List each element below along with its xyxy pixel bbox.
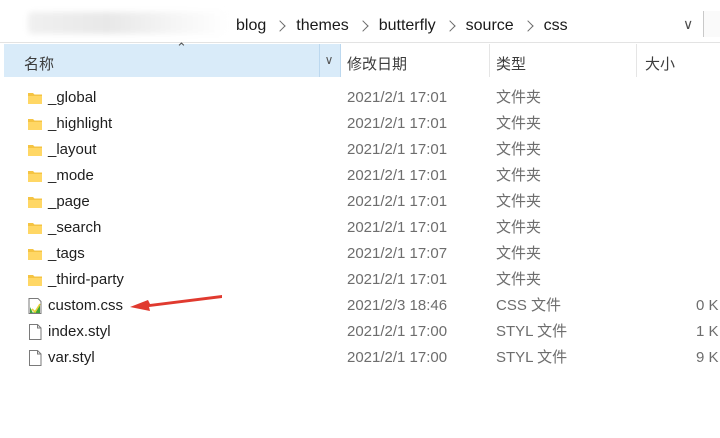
blurred-path-prefix <box>28 12 228 34</box>
file-row[interactable]: custom.css 2021/2/3 18:46 CSS 文件 0 K <box>0 293 720 319</box>
folder-icon <box>28 249 42 260</box>
column-header: ⌃ 名称 ∨ 修改日期 类型 大小 <box>0 40 720 78</box>
file-name: _highlight <box>48 115 113 132</box>
file-name: var.styl <box>48 349 95 366</box>
file-row[interactable]: _layout 2021/2/1 17:01 文件夹 <box>0 137 720 163</box>
chevron-right-icon[interactable] <box>274 20 286 32</box>
file-list: _global 2021/2/1 17:01 文件夹 _highlight 20… <box>0 85 720 371</box>
file-row[interactable]: _search 2021/2/1 17:01 文件夹 <box>0 215 720 241</box>
breadcrumb-themes[interactable]: themes <box>296 17 348 35</box>
file-date: 2021/2/1 17:01 <box>347 115 448 132</box>
file-name: index.styl <box>48 323 111 340</box>
file-type: CSS 文件 <box>496 297 562 314</box>
file-row[interactable]: _mode 2021/2/1 17:01 文件夹 <box>0 163 720 189</box>
file-type: 文件夹 <box>496 115 542 132</box>
file-date: 2021/2/3 18:46 <box>347 297 448 314</box>
column-header-name[interactable]: ⌃ 名称 ∨ <box>4 40 341 77</box>
file-size: 9 K <box>696 349 719 366</box>
file-date: 2021/2/1 17:01 <box>347 141 448 158</box>
blank-file-icon <box>29 350 42 366</box>
css-file-icon <box>28 298 42 314</box>
file-type: 文件夹 <box>496 89 542 106</box>
file-date: 2021/2/1 17:00 <box>347 349 448 366</box>
chevron-right-icon[interactable] <box>443 20 456 32</box>
folder-icon <box>28 145 42 156</box>
folder-icon <box>28 197 42 208</box>
file-name: _layout <box>48 141 97 158</box>
column-name-label: 名称 <box>24 56 55 73</box>
file-name: _tags <box>48 245 85 262</box>
breadcrumb-blog[interactable]: blog <box>236 17 266 35</box>
address-history-dropdown-icon[interactable]: ∨ <box>683 16 693 33</box>
column-type-label: 类型 <box>496 56 527 73</box>
file-name: _page <box>48 193 90 210</box>
column-header-size[interactable]: 大小 <box>637 44 720 77</box>
column-header-type[interactable]: 类型 <box>490 44 637 77</box>
file-date: 2021/2/1 17:01 <box>347 219 448 236</box>
file-type: 文件夹 <box>496 193 542 210</box>
sort-ascending-icon: ⌃ <box>176 40 187 55</box>
annotation-arrow-icon <box>130 295 222 311</box>
chevron-right-icon[interactable] <box>357 20 369 32</box>
address-bar[interactable]: blog themes butterfly source css ∨ <box>0 8 720 43</box>
column-header-date[interactable]: 修改日期 <box>341 44 490 77</box>
file-row[interactable]: index.styl 2021/2/1 17:00 STYL 文件 1 K <box>0 319 720 345</box>
file-name: _mode <box>48 167 94 184</box>
file-type: STYL 文件 <box>496 349 568 366</box>
chevron-right-icon[interactable] <box>522 20 534 32</box>
file-type: 文件夹 <box>496 167 542 184</box>
breadcrumb-source[interactable]: source <box>466 17 514 35</box>
file-date: 2021/2/1 17:01 <box>347 167 448 184</box>
breadcrumb-butterfly[interactable]: butterfly <box>379 17 436 35</box>
file-type: 文件夹 <box>496 141 542 158</box>
file-row[interactable]: _page 2021/2/1 17:01 文件夹 <box>0 189 720 215</box>
folder-icon <box>28 93 42 104</box>
breadcrumb-css[interactable]: css <box>544 17 568 35</box>
file-type: 文件夹 <box>496 245 542 262</box>
file-type: 文件夹 <box>496 219 542 236</box>
file-date: 2021/2/1 17:01 <box>347 271 448 288</box>
breadcrumb: blog themes butterfly source css <box>236 15 568 37</box>
file-date: 2021/2/1 17:01 <box>347 193 448 210</box>
file-type: 文件夹 <box>496 271 542 288</box>
folder-icon <box>28 171 42 182</box>
blank-file-icon <box>29 324 42 340</box>
file-row[interactable]: _highlight 2021/2/1 17:01 文件夹 <box>0 111 720 137</box>
file-name: custom.css <box>48 297 124 314</box>
file-date: 2021/2/1 17:07 <box>347 245 448 262</box>
folder-icon <box>28 119 42 130</box>
file-name: _search <box>48 219 102 236</box>
file-row[interactable]: _global 2021/2/1 17:01 文件夹 <box>0 85 720 111</box>
file-date: 2021/2/1 17:01 <box>347 89 448 106</box>
file-type: STYL 文件 <box>496 323 568 340</box>
column-size-label: 大小 <box>645 56 676 73</box>
folder-icon <box>28 223 42 234</box>
file-row[interactable]: _third-party 2021/2/1 17:01 文件夹 <box>0 267 720 293</box>
refresh-button[interactable] <box>703 11 720 37</box>
folder-icon <box>28 275 42 286</box>
column-filter-dropdown-icon[interactable]: ∨ <box>319 44 338 77</box>
file-name: _third-party <box>48 271 124 288</box>
column-date-label: 修改日期 <box>347 56 408 73</box>
file-size: 1 K <box>696 323 719 340</box>
file-date: 2021/2/1 17:00 <box>347 323 448 340</box>
file-row[interactable]: var.styl 2021/2/1 17:00 STYL 文件 9 K <box>0 345 720 371</box>
file-row[interactable]: _tags 2021/2/1 17:07 文件夹 <box>0 241 720 267</box>
file-name: _global <box>48 89 97 106</box>
file-size: 0 K <box>696 297 719 314</box>
